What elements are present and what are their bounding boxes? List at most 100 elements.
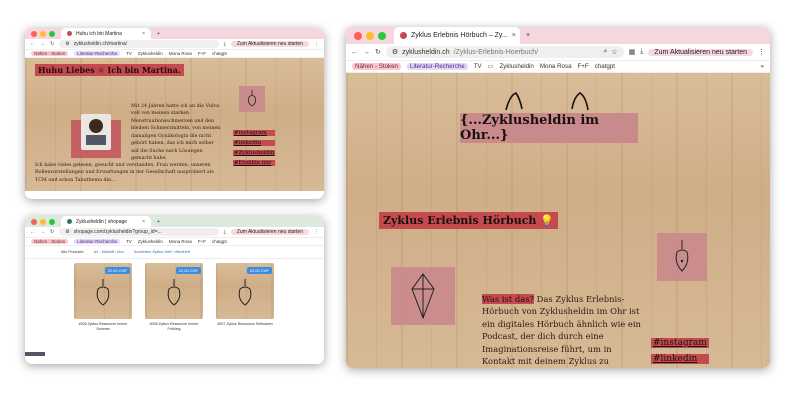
product-card[interactable]: 22,00 CHF #008 Zyklus Ressource Innere F…: [145, 263, 203, 331]
tab-title: Zyklusheldin | shopage: [76, 218, 128, 225]
bookmark-item[interactable]: Zyklusheldin: [499, 63, 533, 70]
tab-shop[interactable]: Zyklusheldin | shopage ×: [61, 216, 151, 227]
new-tab-icon[interactable]: +: [151, 219, 166, 225]
product-name: #006 Zyklus Ressource Innere Sommer: [78, 322, 128, 331]
back-icon[interactable]: ←: [351, 49, 358, 56]
reload-icon[interactable]: ↻: [50, 41, 54, 47]
link-instagram[interactable]: #instagram: [233, 130, 276, 136]
new-tab-icon[interactable]: +: [520, 32, 536, 39]
new-tab-icon[interactable]: +: [151, 31, 166, 37]
bookmark-item[interactable]: Mona Rosa: [169, 239, 192, 244]
site-info-icon[interactable]: ⚙: [65, 229, 69, 235]
menu-icon[interactable]: ⋮: [314, 41, 319, 47]
close-tab-icon[interactable]: ×: [142, 31, 145, 37]
bookmark-item[interactable]: Nähen - Stoken: [352, 63, 401, 70]
link-linkedin[interactable]: #linkedin: [233, 140, 276, 146]
window-controls[interactable]: [25, 30, 61, 37]
toolbar: ← → ↻ ⚙ zyklusheldin.ch/Zyklus-Erlebnis-…: [346, 44, 770, 61]
address-bar[interactable]: ⚙ zyklusheldin.ch/Zyklus-Erlebnis-Hoerbu…: [385, 46, 624, 58]
search-icon[interactable]: ⌕: [603, 48, 607, 56]
download-icon[interactable]: ⤓: [640, 48, 643, 56]
back-icon[interactable]: ←: [30, 229, 35, 235]
link-erzaehle[interactable]: #Erzähle mir: [233, 160, 276, 166]
reload-icon[interactable]: ↻: [375, 48, 381, 56]
bookmark-item[interactable]: Mona Rosa: [169, 51, 192, 56]
forward-icon[interactable]: →: [40, 41, 45, 47]
url-host: zyklusheldin.ch: [402, 48, 450, 56]
vessel-icon: [248, 90, 256, 107]
address-bar[interactable]: ⚙ zyklusheldin.ch/martina/: [59, 40, 219, 48]
description-text: Das Zyklus Erlebnis-Hörbuch von Zyklushe…: [482, 294, 641, 367]
bookmark-item[interactable]: F+F: [578, 63, 589, 70]
bookmark-item[interactable]: Zyklusheldin: [138, 239, 163, 244]
bookmark-item[interactable]: TV: [126, 51, 132, 56]
update-button[interactable]: Zum Aktualisieren neu starten: [648, 48, 753, 56]
url-path: /Zyklus-Erlebnis-Hoerbuch/: [453, 48, 539, 56]
filter-werkheft[interactable]: Ilustriertes Zyklus-Heft / Werkheft: [134, 250, 190, 254]
tab-martina[interactable]: Huhu ich bin Martina ×: [61, 28, 151, 39]
link-instagram[interactable]: #instagram: [651, 338, 709, 348]
bookmark-item[interactable]: Zyklusheldin: [138, 51, 163, 56]
vessel-icon: [238, 279, 252, 306]
filter-all[interactable]: Alle Produkte: [61, 250, 84, 254]
filter-malheft[interactable]: A4 - Malheft / Abo: [94, 250, 124, 254]
menu-icon[interactable]: ⋮: [314, 229, 319, 235]
bookmark-item[interactable]: Literatur-Recherche: [74, 239, 121, 244]
window-controls[interactable]: [346, 31, 394, 40]
update-button[interactable]: Zum Aktualisieren neu starten: [230, 229, 309, 235]
close-tab-icon[interactable]: ×: [142, 219, 145, 225]
bookmark-item[interactable]: Nähen - Stoken: [31, 239, 69, 244]
link-zyklusheldin[interactable]: #Zyklusheldin: [233, 150, 276, 156]
crystal-icon: [411, 273, 435, 319]
bookmark-item[interactable]: Literatur-Recherche: [407, 63, 468, 70]
bookmark-item[interactable]: TV: [474, 63, 482, 70]
link-linkedin[interactable]: #linkedin: [651, 354, 709, 364]
bookmark-item[interactable]: Literatur-Recherche: [74, 51, 121, 56]
intro-paragraph: Mit 24 Jahren hatte ich an die Vulva vol…: [131, 104, 221, 161]
bookmarks-bar: Nähen - Stoken Literatur-Recherche TV ▭ …: [346, 61, 770, 73]
product-card[interactable]: 22,00 CHF #006 Zyklus Ressource Innere S…: [74, 263, 132, 331]
url-text: zyklusheldin.ch/martina/: [73, 41, 128, 47]
forward-icon[interactable]: →: [40, 229, 45, 235]
bookmarks-bar: Nähen - Stoken Literatur-Recherche TV Zy…: [25, 238, 324, 246]
tab-title: Zyklus Erlebnis Hörbuch – Zy...: [411, 32, 508, 39]
bookmark-item[interactable]: F+F: [198, 239, 206, 244]
folder-icon: ▭: [487, 63, 494, 70]
update-button[interactable]: Zum Aktualisieren neu starten: [230, 41, 309, 47]
download-icon[interactable]: ⤓: [224, 229, 226, 235]
tab-hoerbuch[interactable]: Zyklus Erlebnis Hörbuch – Zy... ×: [394, 27, 520, 44]
browser-window-shop: Zyklusheldin | shopage × + ← → ↻ ⚙ shopa…: [25, 216, 324, 364]
bookmark-item[interactable]: chatgpt: [595, 63, 615, 70]
site-info-icon[interactable]: ⚙: [65, 41, 69, 47]
bookmark-item[interactable]: Nähen - Stoken: [31, 51, 69, 56]
back-icon[interactable]: ←: [30, 41, 35, 47]
download-icon[interactable]: ⤓: [224, 41, 226, 47]
star-icon[interactable]: ☆: [611, 48, 617, 56]
product-card[interactable]: 22,00 CHF #007 Zyklus Ressource Selbstwe…: [216, 263, 274, 331]
site-info-icon[interactable]: ⚙: [392, 48, 398, 56]
url-text: shopage.com/zyklusheldin?group_id=...: [73, 229, 162, 235]
price-badge: 22,00 CHF: [175, 267, 201, 274]
price-badge: 22,00 CHF: [246, 267, 272, 274]
bookmark-item[interactable]: F+F: [198, 51, 206, 56]
vessel-icon: [96, 279, 110, 306]
window-controls[interactable]: [25, 218, 61, 225]
shop-page: Alle Produkte A4 - Malheft / Abo Ilustri…: [25, 246, 324, 356]
bookmark-item[interactable]: Mona Rosa: [540, 63, 572, 70]
vessel-icon: [167, 279, 181, 306]
filter-tabs: Alle Produkte A4 - Malheft / Abo Ilustri…: [25, 246, 324, 259]
bookmark-item[interactable]: chatgpt: [212, 239, 227, 244]
forward-icon[interactable]: →: [363, 49, 370, 56]
bookmark-item[interactable]: chatgpt: [212, 51, 227, 56]
menu-icon[interactable]: ⋮: [758, 48, 765, 56]
bookmark-item[interactable]: TV: [126, 239, 132, 244]
vessel-icon: [675, 240, 689, 272]
product-name: #008 Zyklus Ressource Innere Frühling: [149, 322, 199, 331]
address-bar[interactable]: ⚙ shopage.com/zyklusheldin?group_id=...: [59, 228, 219, 236]
extensions-icon[interactable]: ▦: [629, 48, 636, 56]
page-content: {...Zyklusheldin im Ohr...} Zyklus Erleb…: [346, 73, 770, 368]
more-bookmarks-icon[interactable]: »: [761, 63, 764, 70]
reload-icon[interactable]: ↻: [50, 229, 54, 235]
close-tab-icon[interactable]: ×: [512, 32, 516, 39]
cookie-button[interactable]: [25, 352, 45, 356]
